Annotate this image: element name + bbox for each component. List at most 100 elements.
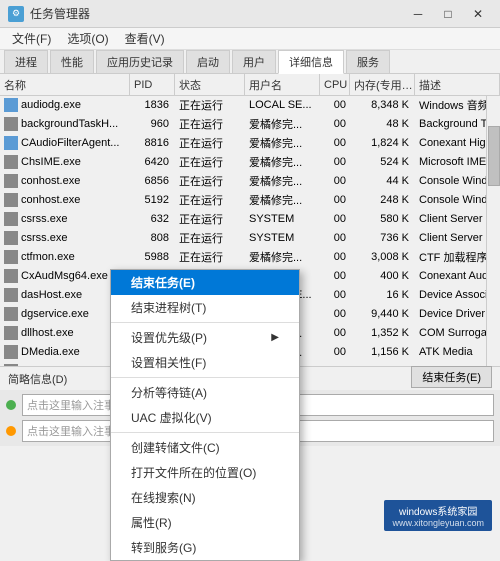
process-name: ChsIME.exe (21, 156, 81, 168)
ctx-label: 分析等待链(A) (131, 384, 207, 401)
context-menu-item[interactable]: 分析等待链(A) (111, 380, 299, 405)
process-mem: 8,348 K (350, 96, 415, 114)
context-menu-separator (111, 322, 299, 323)
tab-services[interactable]: 服务 (346, 50, 390, 73)
table-row[interactable]: ChsIME.exe 6420 正在运行 爱橘修完... 00 524 K Mi… (0, 153, 500, 172)
process-icon (4, 174, 18, 188)
process-user: 爱橘修完... (245, 248, 320, 266)
title-bar-left: ⚙ 任务管理器 (8, 5, 90, 22)
process-pid: 960 (130, 115, 175, 133)
process-name: conhost.exe (21, 194, 80, 206)
process-status: 正在运行 (175, 134, 245, 152)
process-mem: 1,824 K (350, 134, 415, 152)
process-user: 爱橘修完... (245, 134, 320, 152)
process-user: 爱橘修完... (245, 115, 320, 133)
status-text[interactable]: 简略信息(D) (8, 371, 67, 387)
context-menu-item[interactable]: 属性(R) (111, 510, 299, 535)
process-cpu: 00 (320, 305, 350, 323)
process-name: backgroundTaskH... (21, 118, 118, 130)
end-task-button[interactable]: 结束任务(E) (411, 366, 492, 388)
tab-app-history[interactable]: 应用历史记录 (96, 50, 184, 73)
process-mem: 3,008 K (350, 248, 415, 266)
process-mem: 736 K (350, 229, 415, 247)
watermark-url: www.xitongleyuan.com (392, 518, 484, 528)
menu-view[interactable]: 查看(V) (117, 28, 173, 49)
context-menu-item[interactable]: 结束任务(E) (111, 270, 299, 295)
process-mem: 580 K (350, 210, 415, 228)
menu-options[interactable]: 选项(O) (59, 28, 116, 49)
submenu-arrow: ▶ (271, 332, 279, 343)
process-pid: 5192 (130, 191, 175, 209)
context-menu-item[interactable]: UAC 虚拟化(V) (111, 405, 299, 430)
context-menu-item[interactable]: 设置优先级(P)▶ (111, 325, 299, 350)
col-header-mem[interactable]: 内存(专用… (350, 74, 415, 95)
table-row[interactable]: CAudioFilterAgent... 8816 正在运行 爱橘修完... 0… (0, 134, 500, 153)
process-cpu: 00 (320, 343, 350, 361)
table-row[interactable]: csrss.exe 632 正在运行 SYSTEM 00 580 K Clien… (0, 210, 500, 229)
process-mem: 248 K (350, 191, 415, 209)
close-button[interactable]: ✕ (464, 4, 492, 24)
process-name: dasHost.exe (21, 289, 82, 301)
context-menu-item[interactable]: 设置相关性(F) (111, 350, 299, 375)
menu-bar: 文件(F) 选项(O) 查看(V) (0, 28, 500, 50)
tab-details[interactable]: 详细信息 (278, 50, 344, 74)
col-header-cpu[interactable]: CPU (320, 74, 350, 95)
process-cpu: 00 (320, 172, 350, 190)
process-table-wrapper: 名称 PID 状态 用户名 CPU 内存(专用… 描述 audiodg.exe … (0, 74, 500, 366)
process-status: 正在运行 (175, 153, 245, 171)
col-header-status[interactable]: 状态 (175, 74, 245, 95)
col-header-user[interactable]: 用户名 (245, 74, 320, 95)
process-icon (4, 326, 18, 340)
window-controls: ─ □ ✕ (404, 4, 492, 24)
process-status: 正在运行 (175, 191, 245, 209)
process-cpu: 00 (320, 248, 350, 266)
process-icon (4, 117, 18, 131)
context-menu-item[interactable]: 结束进程树(T) (111, 295, 299, 320)
table-row[interactable]: csrss.exe 808 正在运行 SYSTEM 00 736 K Clien… (0, 229, 500, 248)
scrollbar-thumb[interactable] (488, 126, 500, 186)
context-menu-separator (111, 377, 299, 378)
col-header-desc[interactable]: 描述 (415, 74, 500, 95)
process-mem: 524 K (350, 153, 415, 171)
process-icon (4, 136, 18, 150)
process-cpu: 00 (320, 153, 350, 171)
ctx-label: 结束进程树(T) (131, 299, 206, 316)
table-header: 名称 PID 状态 用户名 CPU 内存(专用… 描述 (0, 74, 500, 96)
col-header-pid[interactable]: PID (130, 74, 175, 95)
tab-performance[interactable]: 性能 (50, 50, 94, 73)
maximize-button[interactable]: □ (434, 4, 462, 24)
context-menu-item[interactable]: 打开文件所在的位置(O) (111, 460, 299, 485)
process-pid: 5988 (130, 248, 175, 266)
ctx-label: 结束任务(E) (131, 274, 195, 291)
context-menu-item[interactable]: 在线搜索(N) (111, 485, 299, 510)
tab-users[interactable]: 用户 (232, 50, 276, 73)
table-row[interactable]: audiodg.exe 1836 正在运行 LOCAL SE... 00 8,3… (0, 96, 500, 115)
process-mem: 44 K (350, 172, 415, 190)
process-mem: 1,156 K (350, 343, 415, 361)
vertical-scrollbar[interactable] (486, 96, 500, 366)
table-row[interactable]: conhost.exe 5192 正在运行 爱橘修完... 00 248 K C… (0, 191, 500, 210)
process-name: CAudioFilterAgent... (21, 137, 119, 149)
tab-processes[interactable]: 进程 (4, 50, 48, 73)
ctx-label: UAC 虚拟化(V) (131, 409, 212, 426)
context-menu-item[interactable]: 创建转储文件(C) (111, 435, 299, 460)
menu-file[interactable]: 文件(F) (4, 28, 59, 49)
watermark-text: windows系统家园 (399, 503, 477, 518)
process-icon (4, 250, 18, 264)
process-user: SYSTEM (245, 210, 320, 228)
process-name: csrss.exe (21, 213, 67, 225)
minimize-button[interactable]: ─ (404, 4, 432, 24)
process-cpu: 00 (320, 267, 350, 285)
process-mem: 16 K (350, 286, 415, 304)
context-menu: 结束任务(E) 结束进程树(T) 设置优先级(P)▶设置相关性(F) 分析等待链(A)… (110, 269, 300, 561)
table-row[interactable]: backgroundTaskH... 960 正在运行 爱橘修完... 00 4… (0, 115, 500, 134)
table-row[interactable]: conhost.exe 6856 正在运行 爱橘修完... 00 44 K Co… (0, 172, 500, 191)
process-pid: 1836 (130, 96, 175, 114)
window-title: 任务管理器 (30, 5, 90, 22)
process-cpu: 00 (320, 210, 350, 228)
table-row[interactable]: ctfmon.exe 5988 正在运行 爱橘修完... 00 3,008 K … (0, 248, 500, 267)
process-mem: 48 K (350, 115, 415, 133)
col-header-name[interactable]: 名称 (0, 74, 130, 95)
process-status: 正在运行 (175, 172, 245, 190)
tab-startup[interactable]: 启动 (186, 50, 230, 73)
